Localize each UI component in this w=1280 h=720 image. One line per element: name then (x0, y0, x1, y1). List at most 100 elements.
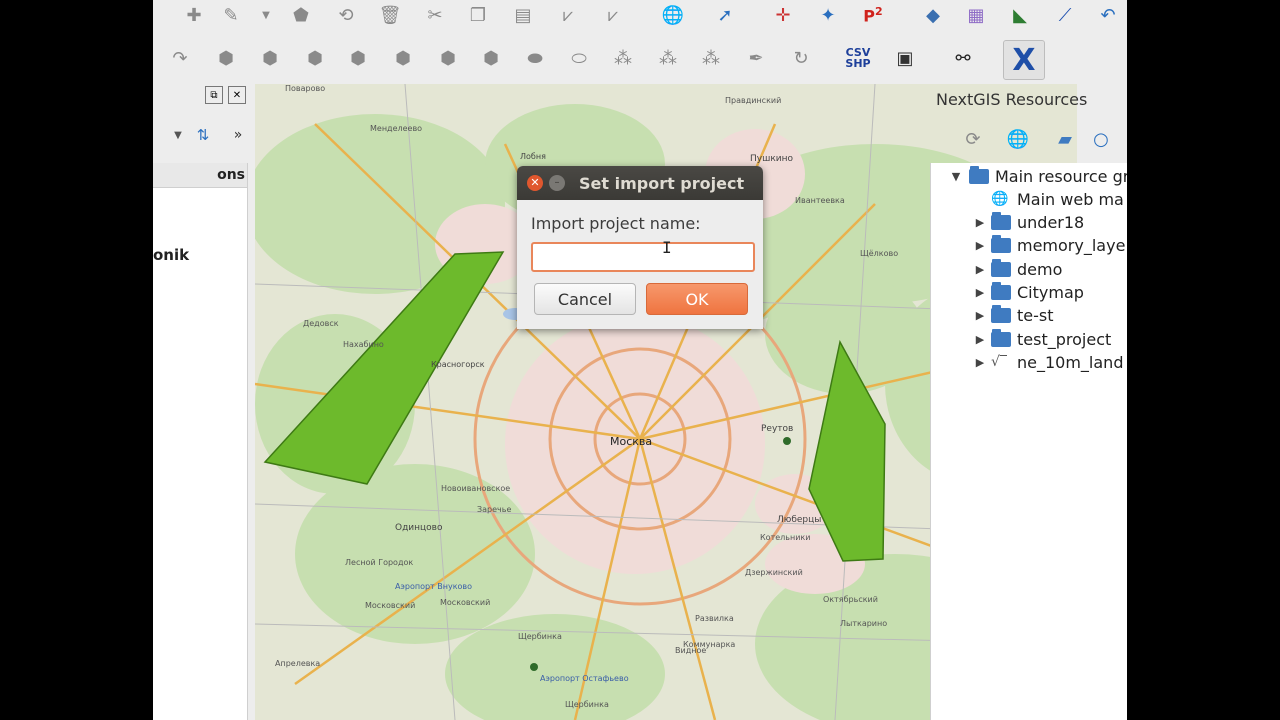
left-panel-tab[interactable]: ons (153, 163, 247, 188)
map-tool-icon[interactable]: ▣ (890, 43, 920, 73)
polygon-edit-icon[interactable]: ⬢ (433, 43, 463, 73)
grid-icon[interactable]: ▦ (961, 0, 991, 30)
webmap-icon: 🌐 (991, 191, 1009, 207)
polygon-edit-icon[interactable]: ⬢ (388, 43, 418, 73)
close-icon[interactable]: ✕ (228, 86, 246, 104)
map-label: Лесной Городок (345, 558, 414, 567)
p2-plugin-icon[interactable]: P2 (858, 0, 888, 30)
select-icon[interactable]: ➚ (710, 0, 740, 30)
collapsed-icon[interactable]: ▶ (973, 216, 987, 229)
project-name-input[interactable] (531, 242, 755, 272)
dock-title: NextGIS Resources (936, 90, 1088, 109)
node-tool-icon[interactable]: ✚ (179, 0, 209, 30)
collapsed-icon[interactable]: ▶ (973, 263, 987, 276)
left-panel-item[interactable]: onik (153, 246, 189, 264)
map-label: Развилка (695, 614, 734, 623)
vector-layer-icon: √‾ (991, 354, 1007, 370)
map-label: Москва (610, 435, 653, 448)
resource-tree: ▼ Main resource gr 🌐 Main web ma ▶ under… (930, 163, 1127, 720)
refresh-icon[interactable]: ⟳ (958, 124, 988, 154)
globe-add-icon[interactable]: 🌐 (1003, 124, 1033, 154)
polygon-edit-icon[interactable]: ⬢ (300, 43, 330, 73)
tree-item-test-project[interactable]: ▶ test_project (973, 328, 1111, 350)
shape-icon[interactable]: ⬭ (564, 43, 594, 73)
map-label: Щербинка (565, 700, 609, 709)
binoculars-icon[interactable]: ⚯ (948, 43, 978, 73)
map-label: Апрелевка (275, 659, 321, 668)
python-icon[interactable]: ◆ (918, 0, 948, 30)
map-label: Аэропорт Остафьево (540, 674, 629, 683)
expanded-icon[interactable]: ▼ (949, 170, 963, 183)
cancel-button[interactable]: Cancel (534, 283, 636, 315)
collapsed-icon[interactable]: ▶ (973, 239, 987, 252)
map-label: Люберцы (777, 515, 822, 525)
graph-icon[interactable]: ⟋ (1050, 0, 1080, 30)
collapsed-icon[interactable]: ▶ (973, 356, 987, 369)
float-icon[interactable]: ⧉ (205, 86, 223, 104)
tree-item-under18[interactable]: ▶ under18 (973, 211, 1084, 233)
edit-icon[interactable]: ✎ (216, 0, 246, 30)
tree-item-main-web-map[interactable]: 🌐 Main web ma (991, 188, 1124, 210)
vertex-tool-icon[interactable]: ⩗ (553, 0, 583, 30)
draw-icon[interactable]: ◣ (1005, 0, 1035, 30)
close-icon[interactable]: ✕ (527, 175, 543, 191)
collapsed-icon[interactable]: ▶ (973, 286, 987, 299)
nextgis-x-icon[interactable]: X (1003, 40, 1045, 80)
rotate-icon[interactable]: ↻ (786, 43, 816, 73)
polygon-edit-icon[interactable]: ⬢ (255, 43, 285, 73)
node-icon[interactable]: ⁂ (608, 43, 638, 73)
ok-button[interactable]: OK (646, 283, 748, 315)
redo-icon[interactable]: ↷ (165, 43, 195, 73)
tree-item-demo[interactable]: ▶ demo (973, 258, 1062, 280)
map-label: Нахабино (343, 340, 384, 349)
delete-icon[interactable]: 🗑 (375, 0, 405, 30)
rotate-icon[interactable]: ⟲ (331, 0, 361, 30)
map-label: Лобня (520, 152, 546, 161)
polygon-edit-icon[interactable]: ⬢ (343, 43, 373, 73)
new-folder-icon[interactable]: ▰ (1050, 124, 1080, 154)
tree-item-ne-10m-land[interactable]: ▶ √‾ ne_10m_land (973, 351, 1124, 373)
minimize-icon[interactable]: – (549, 175, 565, 191)
map-label: Московский (365, 601, 416, 610)
cut-icon[interactable]: ✂ (420, 0, 450, 30)
folder-icon (991, 234, 1011, 253)
collapsed-icon[interactable]: ▶ (973, 309, 987, 322)
folder-icon (969, 165, 989, 184)
qgis-window: ✚ ✎ ▼ ⬟ ⟲ 🗑 ✂ ❐ ▤ ⩗ ⩗ 🌐 ➚ ✛ ✦ P2 ◆ ▦ ◣ ⟋… (153, 0, 1127, 720)
map-label: Котельники (760, 533, 811, 542)
search-icon[interactable]: ○ (1086, 124, 1116, 154)
node-icon[interactable]: ⁂ (696, 43, 726, 73)
map-label: Щёлково (860, 249, 899, 258)
map-label: Реутов (761, 424, 794, 434)
tree-item-memory-layer[interactable]: ▶ memory_laye (973, 234, 1125, 256)
digitize-icon[interactable]: ⬟ (286, 0, 316, 30)
left-panel: onik (153, 163, 248, 720)
globe-add-icon[interactable]: 🌐 (658, 0, 688, 30)
project-name-label: Import project name: (531, 214, 701, 233)
tree-item-te-st[interactable]: ▶ te-st (973, 304, 1054, 326)
undo-icon[interactable]: ↶ (1093, 0, 1123, 30)
dialog-title-bar[interactable]: ✕ – Set import project (517, 166, 763, 200)
measure-icon[interactable]: ✦ (813, 0, 843, 30)
map-label: Заречье (477, 505, 512, 514)
vertex-tool-icon[interactable]: ⩗ (598, 0, 628, 30)
node-icon[interactable]: ⁂ (653, 43, 683, 73)
collapsed-icon[interactable]: ▶ (973, 333, 987, 346)
pen-icon[interactable]: ✒ (741, 43, 771, 73)
csv-shp-icon[interactable]: CSV SHP (843, 43, 873, 73)
map-label: Октябрьский (823, 595, 878, 604)
map-label: Новоивановское (441, 484, 511, 493)
map-label: Правдинский (725, 96, 782, 105)
polygon-edit-icon[interactable]: ⬢ (476, 43, 506, 73)
paste-icon[interactable]: ▤ (508, 0, 538, 30)
chevron-down-icon[interactable]: ▼ (251, 0, 281, 30)
tree-item-main-resource-group[interactable]: ▼ Main resource gr (949, 165, 1127, 187)
polygon-edit-icon[interactable]: ⬢ (211, 43, 241, 73)
more-icon[interactable]: » (223, 120, 253, 150)
folder-icon (991, 304, 1011, 323)
shape-icon[interactable]: ⬬ (520, 43, 550, 73)
crosshair-icon[interactable]: ✛ (768, 0, 798, 30)
copy-icon[interactable]: ❐ (463, 0, 493, 30)
sort-icon[interactable]: ⇅ (188, 120, 218, 150)
tree-item-citymap[interactable]: ▶ Citymap (973, 281, 1084, 303)
